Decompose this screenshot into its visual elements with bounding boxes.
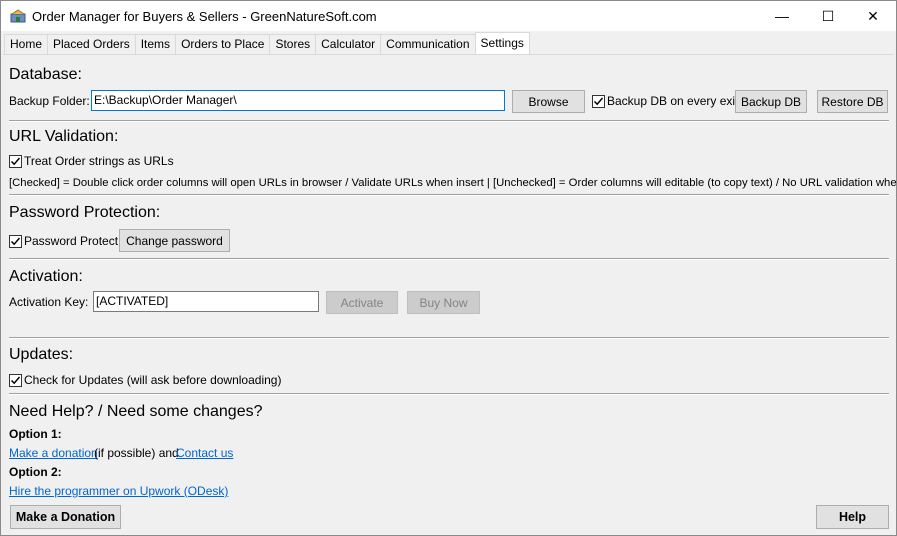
treat-as-urls-label: Treat Order strings as URLs (24, 154, 174, 168)
hire-programmer-link[interactable]: Hire the programmer on Upwork (ODesk) (9, 484, 228, 498)
url-validation-heading: URL Validation: (9, 128, 119, 145)
tab-placed-orders[interactable]: Placed Orders (47, 34, 136, 54)
tab-stores[interactable]: Stores (269, 34, 317, 54)
separator (9, 337, 889, 339)
check-updates-label: Check for Updates (will ask before downl… (24, 373, 282, 387)
tab-calculator[interactable]: Calculator (315, 34, 382, 54)
help-button[interactable]: Help (816, 505, 889, 529)
activation-key-input[interactable]: [ACTIVATED] (93, 291, 319, 312)
app-logo-icon (10, 9, 26, 23)
activation-key-label: Activation Key: (9, 295, 89, 309)
backup-folder-input[interactable]: E:\Backup\Order Manager\ (91, 90, 505, 111)
settings-panel: Database: Backup Folder: E:\Backup\Order… (3, 54, 897, 534)
backup-on-exit-checkbox[interactable]: Backup DB on every exit (592, 94, 738, 108)
url-validation-description: [Checked] = Double click order columns w… (9, 177, 897, 189)
contact-us-link[interactable]: Contact us (176, 446, 233, 460)
if-possible-text: (if possible) and (94, 446, 179, 460)
browse-button[interactable]: Browse (512, 90, 585, 113)
database-heading: Database: (9, 66, 82, 83)
maximize-button[interactable]: ☐ (805, 1, 851, 31)
checkmark-icon (9, 373, 22, 387)
separator (9, 393, 889, 395)
activate-button[interactable]: Activate (326, 291, 398, 314)
password-protect-label: Password Protect (24, 234, 119, 248)
tab-strip: Home Placed Orders Items Orders to Place… (4, 32, 530, 54)
separator (9, 120, 889, 122)
minimize-button[interactable]: — (759, 1, 805, 31)
tab-settings[interactable]: Settings (474, 32, 530, 54)
help-heading: Need Help? / Need some changes? (9, 403, 263, 420)
title-bar: Order Manager for Buyers & Sellers - Gre… (1, 1, 896, 31)
change-password-button[interactable]: Change password (119, 229, 230, 252)
separator (9, 194, 889, 196)
make-donation-button[interactable]: Make a Donation (10, 505, 121, 529)
password-heading: Password Protection: (9, 204, 161, 221)
check-updates-checkbox[interactable]: Check for Updates (will ask before downl… (9, 373, 281, 387)
tab-communication[interactable]: Communication (380, 34, 476, 54)
tab-orders-to-place[interactable]: Orders to Place (175, 34, 271, 54)
app-window: Order Manager for Buyers & Sellers - Gre… (0, 0, 897, 536)
updates-heading: Updates: (9, 346, 74, 363)
treat-as-urls-checkbox[interactable]: Treat Order strings as URLs (9, 154, 174, 168)
backup-folder-label: Backup Folder: (9, 94, 90, 108)
tab-items[interactable]: Items (134, 34, 177, 54)
window-title: Order Manager for Buyers & Sellers - Gre… (32, 9, 377, 24)
option-2-label: Option 2: (9, 465, 62, 479)
close-button[interactable]: ✕ (850, 1, 896, 31)
make-donation-link[interactable]: Make a donation (9, 446, 98, 460)
option-1-label: Option 1: (9, 427, 62, 441)
restore-db-button[interactable]: Restore DB (817, 90, 888, 113)
activation-heading: Activation: (9, 268, 83, 285)
password-protect-checkbox[interactable]: Password Protect (9, 234, 118, 248)
checkmark-icon (592, 94, 605, 108)
tab-home[interactable]: Home (4, 34, 49, 54)
checkmark-icon (9, 154, 22, 168)
checkmark-icon (9, 234, 22, 248)
backup-db-button[interactable]: Backup DB (735, 90, 807, 113)
buy-now-button[interactable]: Buy Now (407, 291, 480, 314)
backup-on-exit-label: Backup DB on every exit (607, 94, 739, 108)
separator (9, 258, 889, 260)
